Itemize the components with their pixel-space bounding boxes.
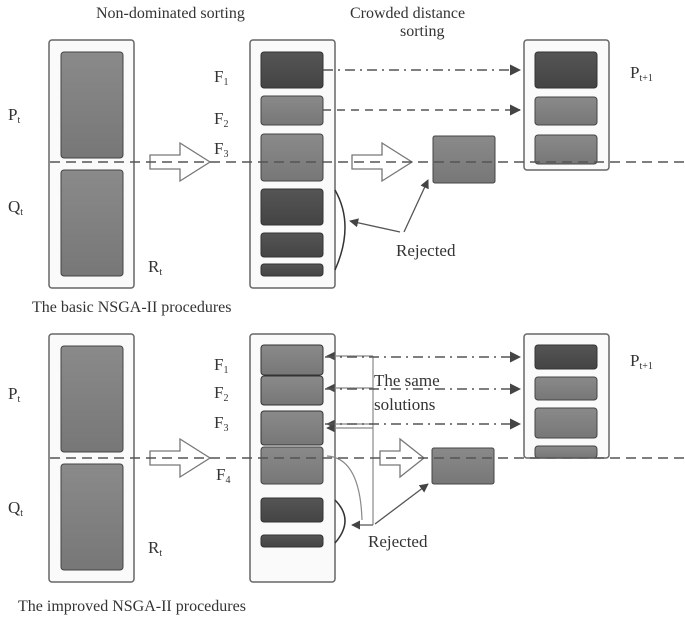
pnext-label: Pt+1	[630, 351, 653, 372]
rt-container	[48, 39, 135, 289]
front-f1-block	[260, 344, 324, 376]
front-f4-block	[260, 188, 324, 226]
rt-label: Rt	[148, 257, 162, 278]
split-front-block	[432, 135, 496, 184]
front-f2-block	[260, 95, 324, 126]
qt-block	[60, 169, 124, 277]
front-label-f3: F3	[214, 139, 228, 160]
rejected-arrow-right	[403, 179, 429, 233]
rt-label: Rt	[148, 538, 162, 559]
pnext-container-improved	[523, 333, 610, 459]
rejected-label: Rejected	[368, 532, 428, 551]
qt-label: Qt	[8, 498, 23, 519]
front-label-f2: F2	[214, 383, 228, 404]
front-f1-block	[260, 51, 324, 89]
same-solutions-line1: The same	[374, 371, 440, 390]
same-solutions-line2: solutions	[374, 395, 435, 414]
pnext-label: Pt+1	[630, 63, 653, 84]
pt-block	[60, 345, 124, 453]
fronts-container	[249, 39, 336, 289]
qt-block	[60, 463, 124, 571]
rejected-label: Rejected	[396, 241, 456, 260]
header-non-dominated-sorting: Non-dominated sorting	[96, 5, 245, 22]
front-label-f1: F1	[214, 67, 228, 88]
caption-basic: The basic NSGA-II procedures	[32, 299, 231, 316]
front-label-f3: F3	[214, 413, 228, 434]
front-f5-block	[260, 232, 324, 258]
rejected-arrow-left	[349, 218, 401, 233]
rejected-brace	[334, 189, 346, 271]
header-crowded-distance-line1: Crowded distance	[350, 5, 465, 22]
front-label-f2: F2	[214, 109, 228, 130]
front-f3-block	[260, 410, 324, 446]
front-f5-block	[260, 497, 324, 523]
top-panel: Non-dominated sorting Crowded distance s…	[8, 5, 685, 316]
front-f3-block	[260, 133, 324, 182]
pt-label: Pt	[8, 105, 20, 126]
front-f2-block	[260, 375, 324, 406]
rejected-arrow-right	[374, 483, 429, 525]
pt-block	[60, 51, 124, 159]
front-f6-block	[260, 263, 324, 277]
pnext-container	[523, 39, 610, 171]
front-label-f4: F4	[216, 465, 230, 486]
nsga-diagram: Non-dominated sorting Crowded distance s…	[8, 5, 685, 615]
header-crowded-distance-line2: sorting	[400, 23, 444, 40]
pt-label: Pt	[8, 384, 20, 405]
qt-label: Qt	[8, 197, 23, 218]
split-front-block	[431, 447, 495, 485]
rejected-brace	[334, 499, 346, 544]
front-f6-block	[260, 534, 324, 548]
bottom-panel: Pt Qt Rt F1 F2 F3 F4 The same solutions …	[8, 333, 685, 615]
front-f4-block	[260, 446, 324, 485]
front-label-f1: F1	[214, 355, 228, 376]
caption-improved: The improved NSGA-II procedures	[18, 598, 246, 615]
